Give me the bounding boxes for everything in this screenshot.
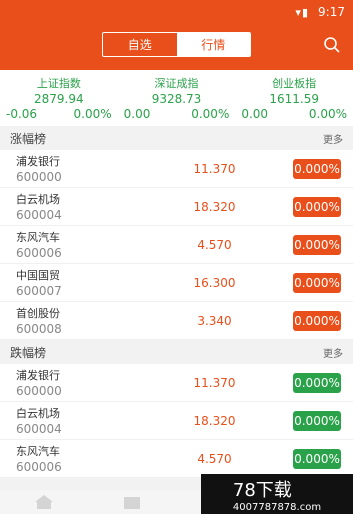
stock-name: 白云机场 — [16, 407, 60, 420]
stock-price: 11.370 — [193, 375, 236, 390]
index-name: 深证成指 — [154, 77, 199, 90]
losers-list: 浦发银行 600000 11.370 0.000% 白云机场 600004 18… — [0, 364, 353, 478]
gainers-more-link[interactable]: 更多 — [323, 131, 343, 146]
search-icon[interactable] — [323, 36, 341, 54]
list-item[interactable]: 浦发银行 600000 11.370 0.000% — [0, 150, 353, 188]
change-badge: 0.000% — [293, 158, 341, 179]
stock-price: 16.300 — [193, 275, 236, 290]
market-indices: 上证指数 2879.94 -0.06 0.00% 深证成指 9328.73 0.… — [0, 70, 353, 126]
change-badge: 0.000% — [293, 196, 341, 217]
change-badge: 0.000% — [293, 234, 341, 255]
stock-info: 白云机场 600004 — [16, 191, 136, 222]
index-pct: 0.00% — [191, 107, 230, 121]
stock-code: 600004 — [16, 422, 62, 436]
losers-more-link[interactable]: 更多 — [323, 345, 343, 360]
stock-name: 中国国贸 — [16, 269, 60, 282]
gainers-header: 涨幅榜 更多 — [0, 126, 353, 150]
index-sz[interactable]: 深证成指 9328.73 0.00 0.00% — [118, 70, 236, 126]
tab-watchlist[interactable]: 自选 — [103, 33, 177, 56]
index-change-row: 0.00 0.00% — [235, 106, 353, 121]
status-time: 9:17 — [318, 5, 345, 19]
index-change: -0.06 — [6, 107, 38, 121]
list-item[interactable]: 东风汽车 600006 4.570 0.000% — [0, 440, 353, 478]
index-name: 创业板指 — [272, 77, 317, 90]
stock-info: 中国国贸 600007 — [16, 267, 136, 298]
stock-code: 600006 — [16, 460, 62, 474]
watermark-text: 78下载 — [232, 479, 292, 501]
change-badge: 0.000% — [293, 372, 341, 393]
stock-info: 浦发银行 600000 — [16, 367, 136, 398]
change-badge: 0.000% — [293, 272, 341, 293]
change-badge: 0.000% — [293, 410, 341, 431]
change-badge: 0.000% — [293, 310, 341, 331]
list-item[interactable]: 东风汽车 600006 4.570 0.000% — [0, 226, 353, 264]
stock-code: 600008 — [16, 322, 62, 336]
index-change: 0.00 — [241, 107, 269, 121]
index-pct: 0.00% — [308, 107, 348, 121]
stock-name: 浦发银行 — [16, 155, 60, 168]
gainers-list: 浦发银行 600000 11.370 0.000% 白云机场 600004 18… — [0, 150, 353, 340]
index-name: 上证指数 — [36, 77, 81, 90]
stock-info: 首创股份 600008 — [16, 305, 136, 336]
losers-title: 跌幅榜 — [10, 345, 47, 360]
stock-name: 东风汽车 — [16, 231, 60, 244]
index-change-row: 0.00 0.00% — [118, 106, 236, 121]
tab-market[interactable]: 行情 — [176, 33, 250, 56]
index-cyb[interactable]: 创业板指 1611.59 0.00 0.00% — [235, 70, 353, 126]
stock-name: 白云机场 — [16, 193, 60, 206]
stock-code: 600000 — [16, 170, 62, 184]
index-sh[interactable]: 上证指数 2879.94 -0.06 0.00% — [0, 70, 118, 126]
list-item[interactable]: 首创股份 600008 3.340 0.000% — [0, 302, 353, 340]
index-pct: 0.00% — [73, 107, 112, 121]
stock-price: 11.370 — [193, 161, 236, 176]
gainers-title: 涨幅榜 — [10, 131, 47, 146]
index-value: 9328.73 — [151, 92, 202, 106]
tab-switcher: 自选 行情 — [102, 32, 251, 57]
watermark-logo: 78下载 4007787878.com — [201, 474, 353, 514]
status-bar: ▾▮ 9:17 — [0, 0, 353, 26]
change-badge: 0.000% — [293, 448, 341, 469]
stock-code: 600006 — [16, 246, 62, 260]
stock-name: 首创股份 — [16, 307, 60, 320]
stock-info: 东风汽车 600006 — [16, 229, 136, 260]
losers-header: 跌幅榜 更多 — [0, 340, 353, 364]
stock-name: 东风汽车 — [16, 445, 60, 458]
stock-price: 18.320 — [193, 199, 236, 214]
app-bar: 自选 行情 — [0, 26, 353, 70]
stock-price: 4.570 — [197, 237, 232, 252]
stock-info: 浦发银行 600000 — [16, 153, 136, 184]
list-item[interactable]: 白云机场 600004 18.320 0.000% — [0, 402, 353, 440]
stock-info: 东风汽车 600006 — [16, 443, 136, 474]
stock-code: 600007 — [16, 284, 62, 298]
list-item[interactable]: 中国国贸 600007 16.300 0.000% — [0, 264, 353, 302]
status-icons: ▾▮ — [295, 6, 309, 19]
stock-info: 白云机场 600004 — [16, 405, 136, 436]
stock-name: 浦发银行 — [16, 369, 60, 382]
index-value: 2879.94 — [34, 92, 84, 106]
list-item[interactable]: 浦发银行 600000 11.370 0.000% — [0, 364, 353, 402]
watermark-url: 4007787878.com — [232, 501, 322, 513]
list-item[interactable]: 白云机场 600004 18.320 0.000% — [0, 188, 353, 226]
stock-code: 600000 — [16, 384, 62, 398]
index-change-row: -0.06 0.00% — [0, 106, 118, 121]
index-value: 1611.59 — [269, 92, 319, 106]
index-change: 0.00 — [123, 107, 151, 121]
stock-price: 18.320 — [193, 413, 236, 428]
stock-price: 3.340 — [197, 313, 232, 328]
stock-price: 4.570 — [197, 451, 232, 466]
home-icon[interactable] — [33, 493, 55, 511]
market-icon[interactable] — [121, 493, 143, 511]
stock-code: 600004 — [16, 208, 62, 222]
